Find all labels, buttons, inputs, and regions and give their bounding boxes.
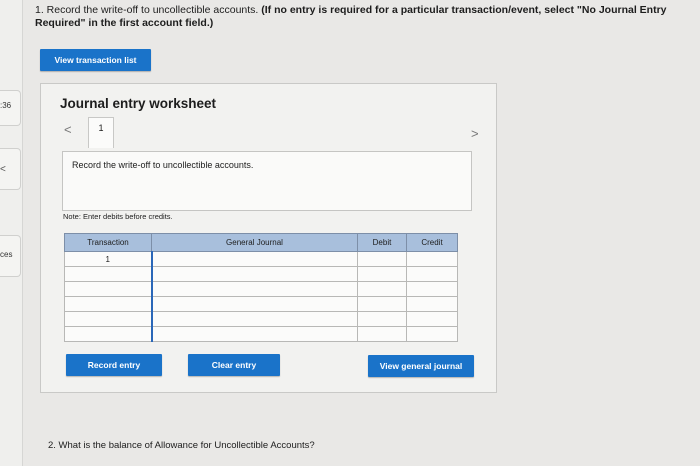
debit-input[interactable] — [357, 311, 407, 327]
debit-input[interactable] — [357, 296, 407, 312]
next-arrow-icon[interactable]: > — [471, 126, 479, 141]
journal-table-header: Transaction General Journal Debit Credit — [64, 233, 458, 252]
credit-input[interactable] — [406, 311, 458, 327]
table-row — [64, 326, 458, 342]
credit-input[interactable] — [406, 266, 458, 282]
table-row — [64, 281, 458, 297]
table-row: 1 — [64, 251, 458, 267]
debit-input[interactable] — [357, 266, 407, 282]
transaction-tab-1[interactable]: 1 — [88, 117, 114, 148]
clear-entry-button[interactable]: Clear entry — [188, 354, 280, 376]
worksheet-note: Note: Enter debits before credits. — [63, 212, 173, 221]
credit-input[interactable] — [406, 281, 458, 297]
prev-arrow-icon[interactable]: < — [64, 122, 72, 137]
account-input[interactable] — [150, 266, 358, 282]
table-row — [64, 296, 458, 312]
header-general-journal: General Journal — [151, 233, 358, 252]
account-input[interactable] — [150, 281, 358, 297]
header-debit: Debit — [357, 233, 407, 252]
timer-text: :36 — [0, 101, 12, 110]
view-general-journal-button[interactable]: View general journal — [368, 355, 474, 377]
worksheet-title: Journal entry worksheet — [60, 96, 217, 111]
transaction-cell — [64, 281, 152, 297]
account-input[interactable] — [150, 326, 358, 342]
table-row — [64, 311, 458, 327]
question-1-prompt: 1. Record the write-off to uncollectible… — [35, 4, 262, 16]
question-2: 2. What is the balance of Allowance for … — [48, 440, 315, 451]
debit-input[interactable] — [357, 251, 407, 267]
credit-input[interactable] — [406, 326, 458, 342]
transaction-cell — [64, 311, 152, 327]
debit-input[interactable] — [357, 281, 407, 297]
transaction-cell — [64, 296, 152, 312]
left-sidebar — [0, 0, 23, 466]
transaction-cell — [64, 266, 152, 282]
view-transaction-list-button[interactable]: View transaction list — [40, 49, 151, 71]
transaction-cell: 1 — [64, 251, 152, 267]
chevron-left-icon[interactable]: < — [0, 164, 6, 175]
account-input[interactable] — [150, 296, 358, 312]
account-input[interactable] — [150, 251, 358, 267]
header-transaction: Transaction — [64, 233, 152, 252]
account-input[interactable] — [150, 311, 358, 327]
record-entry-button[interactable]: Record entry — [66, 354, 162, 376]
header-credit: Credit — [406, 233, 458, 252]
transaction-cell — [64, 326, 152, 342]
worksheet-description: Record the write-off to uncollectible ac… — [72, 160, 254, 170]
debit-input[interactable] — [357, 326, 407, 342]
journal-table: Transaction General Journal Debit Credit… — [64, 233, 458, 342]
question-1: 1. Record the write-off to uncollectible… — [35, 4, 690, 30]
credit-input[interactable] — [406, 251, 458, 267]
table-row — [64, 266, 458, 282]
resources-label[interactable]: ces — [0, 250, 12, 259]
credit-input[interactable] — [406, 296, 458, 312]
